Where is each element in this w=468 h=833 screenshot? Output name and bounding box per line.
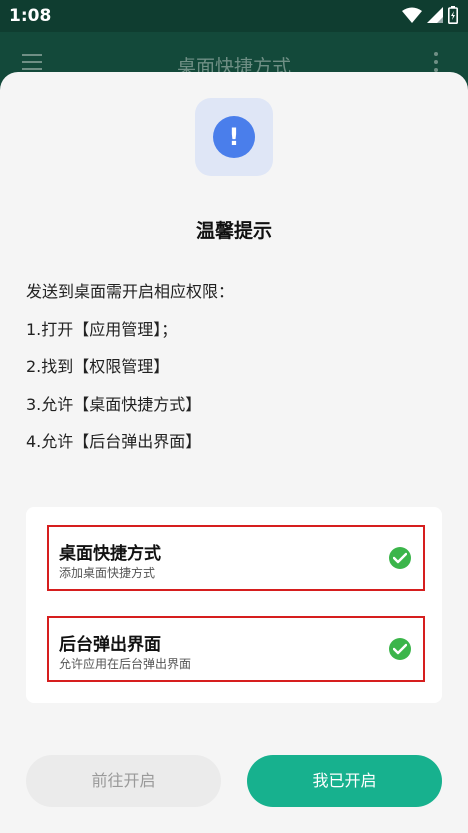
check-icon (389, 547, 411, 569)
wifi-icon (402, 7, 422, 23)
permission-desc: 允许应用在后台弹出界面 (59, 657, 192, 671)
signal-icon (427, 7, 443, 23)
instruction-list: 发送到桌面需开启相应权限： 1.打开【应用管理】； 2.找到【权限管理】 3.允… (26, 282, 234, 470)
battery-icon (448, 6, 458, 24)
check-icon (389, 638, 411, 660)
status-time: 1:08 (9, 6, 52, 26)
instruction-text: 2.找到【权限管理】 (26, 357, 170, 376)
dialog-title: 温馨提示 (195, 220, 272, 242)
instruction-text: 发送到桌面需开启相应权限： (26, 282, 235, 301)
instruction-text: 4.允许【后台弹出界面】 (26, 432, 202, 451)
status-bar: 1:08 (0, 0, 468, 32)
permission-name: 桌面快捷方式 (59, 544, 161, 564)
permission-item-background-popup[interactable]: 后台弹出界面 允许应用在后台弹出界面 (47, 616, 425, 682)
exclamation-icon: ! (213, 116, 255, 158)
permission-item-shortcut[interactable]: 桌面快捷方式 添加桌面快捷方式 (47, 525, 425, 591)
permission-card: 桌面快捷方式 添加桌面快捷方式 后台弹出界面 允许应用在后台弹出界面 (26, 507, 442, 703)
permission-name: 后台弹出界面 (59, 635, 161, 655)
permission-dialog: ! 温馨提示 发送到桌面需开启相应权限： 1.打开【应用管理】； 2.找到【权限… (0, 72, 468, 833)
status-icons (402, 6, 458, 24)
instruction-text: 1.打开【应用管理】； (26, 319, 178, 339)
go-enable-button[interactable]: 前往开启 (26, 755, 221, 807)
permission-desc: 添加桌面快捷方式 (59, 566, 156, 580)
already-enabled-button[interactable]: 我已开启 (247, 755, 442, 807)
alert-badge: ! (195, 98, 273, 176)
instruction-text: 3.允许【桌面快捷方式】 (26, 394, 202, 414)
